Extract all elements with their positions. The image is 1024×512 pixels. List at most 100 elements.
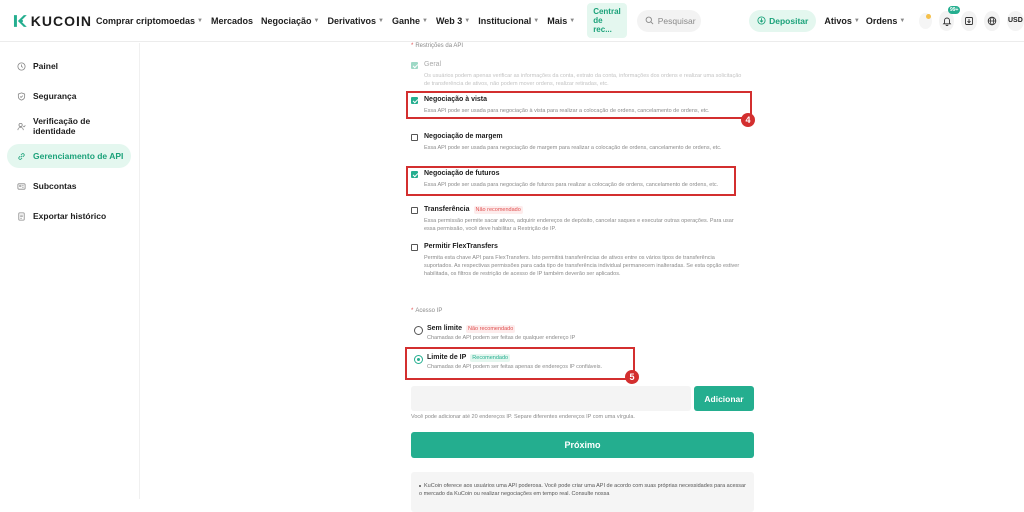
nav-label: Mais — [547, 15, 568, 26]
chevron-down-icon: ▼ — [197, 17, 203, 24]
nav-label: Derivativos — [327, 15, 377, 26]
nav-label: Ganhe — [391, 15, 420, 26]
link-icon — [18, 152, 25, 160]
currency-selector[interactable]: USD — [1006, 10, 1024, 31]
nav-assets[interactable]: Ativos ▼ — [824, 16, 859, 26]
search-icon — [645, 16, 654, 25]
highlight-box-spot — [406, 91, 752, 119]
permission-title: Transferência Não recomendado — [424, 206, 523, 214]
nav-institutional[interactable]: Institucional ▼ — [478, 16, 539, 26]
sidebar-item-subaccounts[interactable]: Subcontas — [7, 174, 131, 198]
chevron-down-icon: ▼ — [378, 17, 384, 24]
nav-label: Institucional — [478, 15, 532, 26]
deposit-label: Depositar — [769, 15, 809, 26]
permission-general: Geral Os usuários podem apenas verificar… — [411, 61, 756, 89]
nav-earn[interactable]: Ganhe ▼ — [392, 16, 428, 26]
chevron-down-icon: ▼ — [853, 17, 860, 24]
permission-description: Essa API pode ser usada para negociação … — [424, 145, 722, 151]
nav-more[interactable]: Mais ▼ — [547, 16, 575, 26]
kucoin-logo[interactable]: KUCOIN — [12, 13, 92, 29]
sidebar-item-label: Segurança — [33, 91, 77, 101]
permission-checkbox[interactable] — [411, 134, 418, 141]
permission-flextransfers[interactable]: Permitir FlexTransfers Permita esta chav… — [411, 243, 756, 289]
sidebar-item-label: Painel — [33, 61, 59, 71]
ip-option-title: Sem limite Não recomendado — [427, 325, 516, 333]
nav-label: Mercados — [210, 15, 254, 26]
language-button[interactable] — [984, 10, 1000, 31]
chevron-down-icon: ▼ — [899, 17, 906, 24]
permission-transfer[interactable]: Transferência Não recomendado Essa permis… — [411, 206, 756, 236]
notification-badge: 99+ — [947, 5, 961, 14]
nav-web3[interactable]: Web 3 ▼ — [436, 16, 470, 26]
permission-margin-trading[interactable]: Negociação de margem Essa API pode ser u… — [411, 133, 756, 161]
permission-description: Permita esta chave API para FlexTransfer… — [424, 255, 740, 277]
bell-icon — [942, 17, 952, 26]
step-marker: 5 — [625, 370, 639, 384]
restrictions-section-label: * Restrições da API — [411, 43, 756, 49]
subaccounts-icon — [17, 182, 26, 190]
ip-radio[interactable] — [414, 326, 423, 335]
sidebar-item-api-management[interactable]: Gerenciamento de API — [7, 144, 131, 168]
sidebar: Painel Segurança Verificação de identida… — [0, 43, 140, 499]
top-navigation-bar: KUCOIN Comprar criptomoedas ▼ Mercados Ne… — [0, 0, 1024, 42]
permission-checkbox — [411, 62, 418, 69]
account-nav: Ativos ▼ Ordens ▼ — [824, 16, 911, 26]
ip-option-description: Chamadas de API podem ser feitas de qual… — [427, 335, 576, 341]
nav-label: Web 3 — [435, 15, 463, 26]
next-button[interactable]: Próximo — [411, 432, 754, 458]
permission-checkbox[interactable] — [411, 207, 418, 214]
avatar[interactable] — [919, 12, 932, 29]
chevron-down-icon: ▼ — [422, 17, 428, 24]
download-app-button[interactable] — [961, 10, 978, 31]
section-label: Acesso IP — [415, 308, 443, 314]
section-label: Restrições da API — [415, 43, 464, 49]
nav-label: Ativos — [824, 15, 852, 26]
chevron-down-icon: ▼ — [464, 17, 471, 24]
permission-title: Geral — [424, 61, 442, 68]
rewards-center-pill[interactable]: Central de rec... — [587, 3, 627, 38]
not-recommended-tag: Não recomendado — [473, 206, 523, 214]
sidebar-item-security[interactable]: Segurança — [7, 84, 131, 108]
sidebar-item-label: Subcontas — [33, 181, 77, 191]
bullet-icon — [419, 484, 421, 487]
add-ip-button[interactable]: Adicionar — [694, 386, 754, 411]
not-recommended-tag: Não recomendado — [466, 325, 516, 333]
notifications-button[interactable]: 99+ — [938, 5, 961, 31]
permission-checkbox[interactable] — [411, 244, 418, 251]
ip-hint: Você pode adicionar até 20 endereços IP.… — [411, 414, 635, 420]
export-icon — [18, 211, 25, 221]
nav-markets[interactable]: Mercados — [211, 16, 253, 26]
sidebar-item-dashboard[interactable]: Painel — [7, 54, 131, 78]
nav-orders[interactable]: Ordens ▼ — [866, 16, 905, 26]
permission-title: Permitir FlexTransfers — [424, 243, 498, 250]
nav-derivatives[interactable]: Derivativos ▼ — [328, 16, 384, 26]
ip-option-unrestricted[interactable]: Sem limite Não recomendado Chamadas de AP… — [411, 325, 756, 345]
brand-name: KUCOIN — [30, 12, 92, 29]
globe-icon — [987, 16, 997, 25]
required-mark: * — [411, 308, 414, 314]
permission-title: Negociação de margem — [424, 133, 503, 140]
sidebar-item-export-history[interactable]: Exportar histórico — [7, 204, 131, 228]
deposit-button[interactable]: Depositar — [749, 9, 817, 32]
highlight-box-futures — [406, 166, 736, 196]
search-placeholder: Pesquisar — [657, 15, 696, 26]
nav-label: Comprar criptomoedas — [96, 15, 196, 26]
sidebar-item-identity[interactable]: Verificação de identidade — [7, 114, 131, 138]
ip-option-title-text: Sem limite — [427, 325, 463, 332]
download-icon — [965, 16, 974, 25]
highlight-box-ip-limit — [405, 347, 635, 380]
api-create-form: * Restrições da API Geral Os usuários pod… — [405, 43, 756, 512]
nav-buy-crypto[interactable]: Comprar criptomoedas ▼ — [96, 16, 203, 26]
search-input[interactable]: Pesquisar — [636, 9, 702, 32]
nav-trade[interactable]: Negociação ▼ — [261, 16, 319, 26]
main-nav: Comprar criptomoedas ▼ Mercados Negociaçã… — [96, 3, 627, 38]
sidebar-item-label: Exportar histórico — [33, 211, 107, 221]
chevron-down-icon: ▼ — [313, 17, 320, 24]
shield-icon — [17, 91, 26, 101]
ip-address-input[interactable] — [411, 386, 691, 411]
kucoin-logo-icon — [13, 14, 27, 27]
clock-icon — [17, 61, 26, 71]
permission-description: Essa permissão permite sacar ativos, adq… — [424, 218, 734, 232]
deposit-icon — [757, 16, 766, 25]
permission-description: Os usuários podem apenas verificar as in… — [424, 73, 742, 87]
